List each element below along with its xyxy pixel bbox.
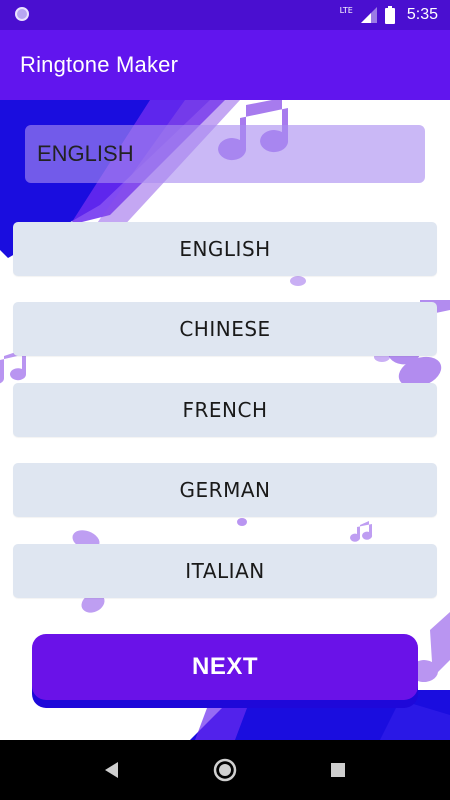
clock: 5:35: [406, 6, 438, 23]
language-option-german[interactable]: GERMAN: [13, 463, 437, 517]
app-title: Ringtone Maker: [20, 52, 179, 77]
language-option-english[interactable]: ENGLISH: [13, 222, 437, 276]
selected-language-field[interactable]: ENGLISH: [25, 125, 425, 183]
music-note-icon: [237, 518, 247, 526]
music-note-icon: [350, 521, 373, 542]
status-bar: LTE 5:35: [0, 0, 450, 30]
network-type: LTE: [339, 6, 353, 15]
battery-icon: [384, 6, 395, 24]
home-icon[interactable]: [213, 758, 237, 782]
language-option-italian[interactable]: ITALIAN: [13, 544, 437, 598]
language-option-chinese[interactable]: CHINESE: [13, 302, 437, 356]
back-icon[interactable]: [100, 758, 124, 782]
status-icons: LTE 5:35: [340, 4, 438, 26]
signal-icon: [360, 7, 377, 23]
language-option-french[interactable]: FRENCH: [13, 383, 437, 437]
notification-dot-icon: [15, 7, 29, 21]
app-bar: Ringtone Maker: [0, 30, 450, 100]
screen: LTE 5:35 Ringtone Maker ENGLISH ENGLISH …: [0, 0, 450, 800]
recents-icon[interactable]: [326, 758, 350, 782]
navigation-bar: [0, 740, 450, 800]
next-button[interactable]: NEXT: [32, 634, 418, 700]
next-button-container: NEXT: [32, 634, 418, 708]
